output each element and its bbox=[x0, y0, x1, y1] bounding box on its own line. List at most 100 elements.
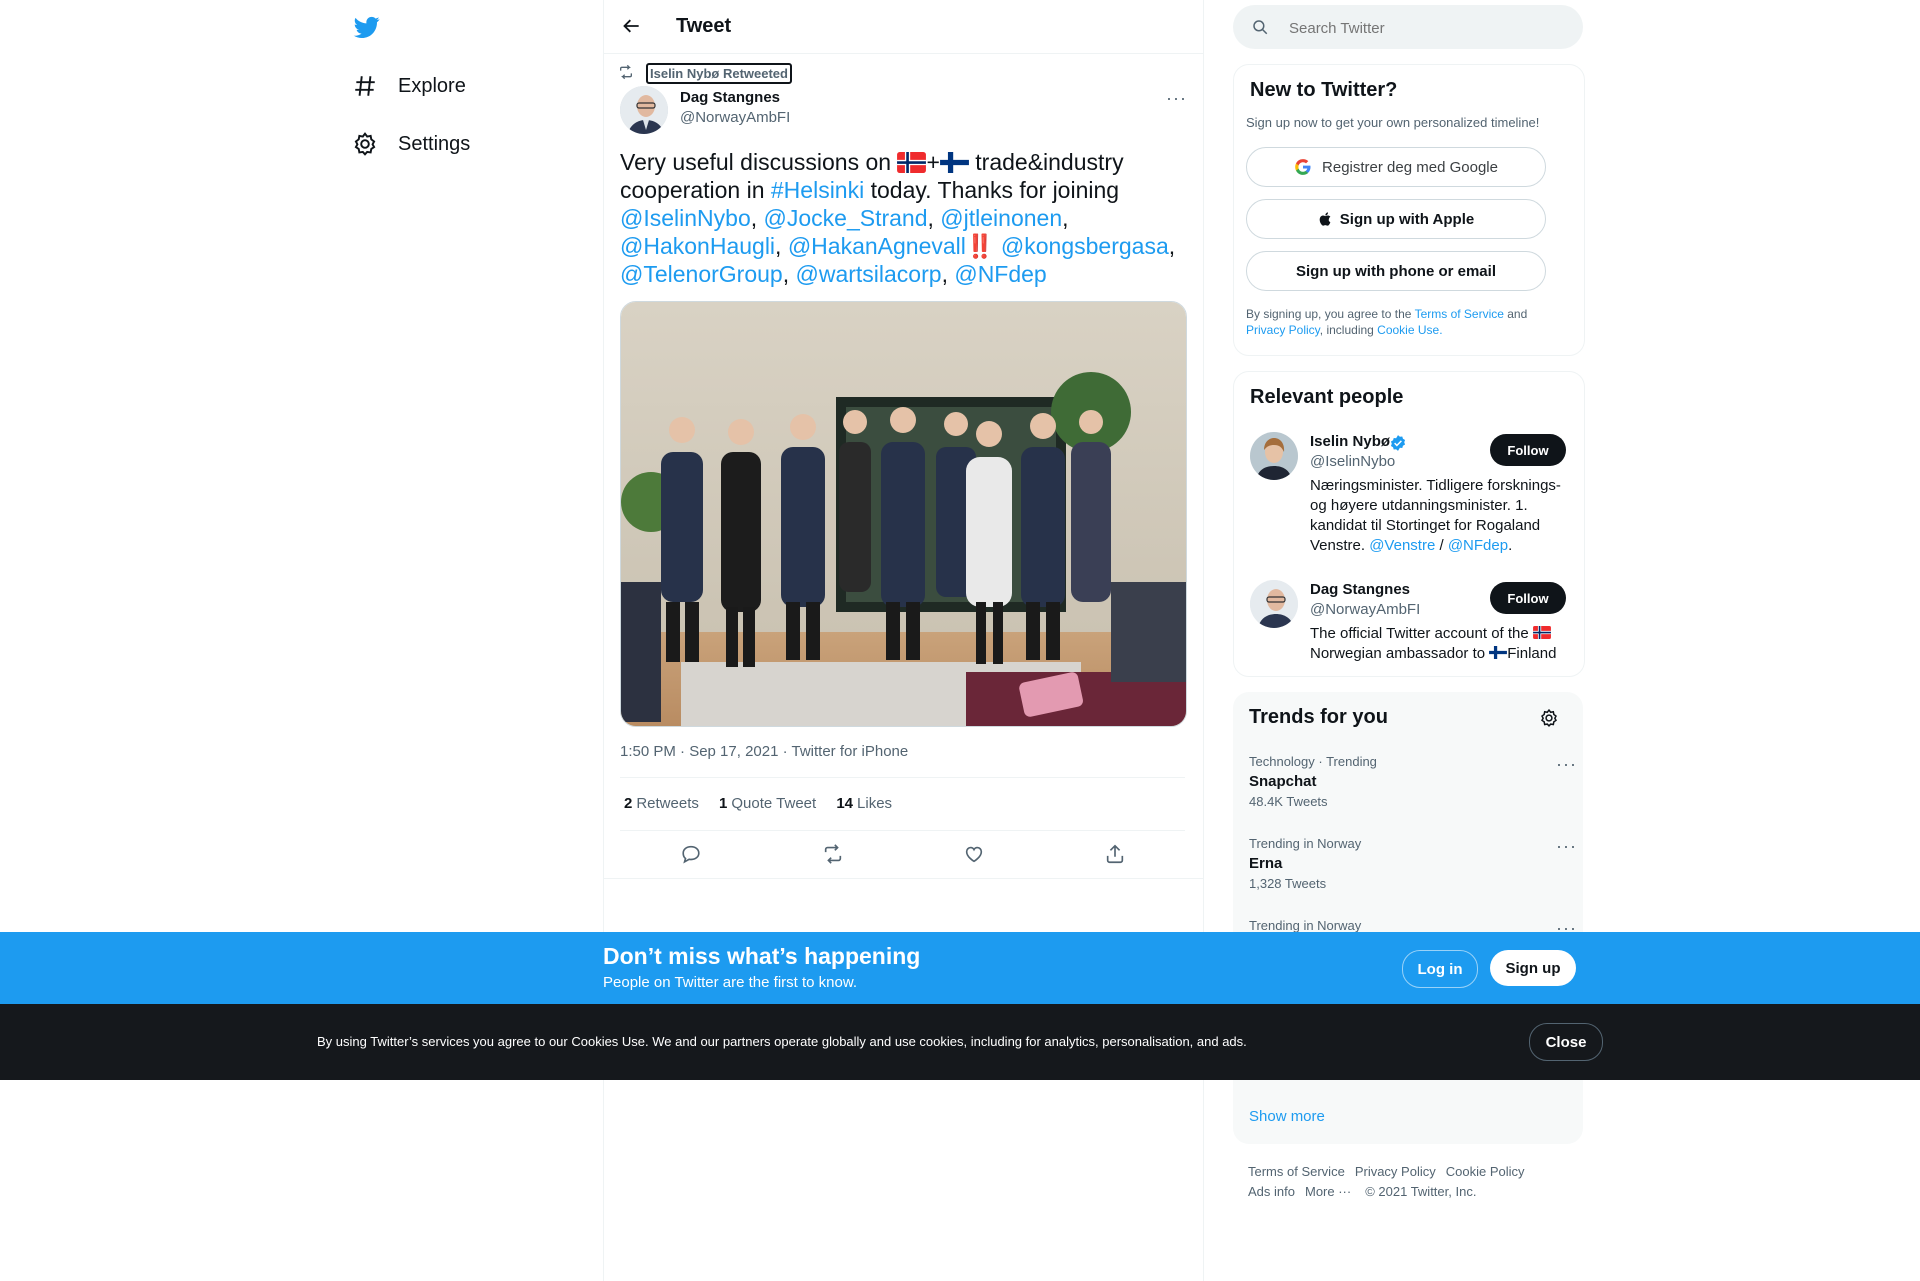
phone-signup-button[interactable]: Sign up with phone or email bbox=[1246, 251, 1546, 291]
tweet-text: Very useful discussions on + trade&indus… bbox=[620, 148, 1180, 288]
retweeted-by-label[interactable]: Iselin Nybø Retweeted bbox=[646, 63, 792, 84]
trend-item[interactable]: Technology · Trending Snapchat 48.4K Twe… bbox=[1249, 754, 1576, 809]
relevant-people-panel: Relevant people Iselin Nybø @IselinNybo … bbox=[1233, 371, 1585, 677]
back-arrow-icon[interactable] bbox=[622, 16, 644, 38]
new-to-twitter-panel: New to Twitter? Sign up now to get your … bbox=[1233, 64, 1585, 356]
tweet-text-part: , bbox=[782, 261, 796, 287]
twitter-logo-icon[interactable] bbox=[352, 14, 382, 40]
cookie-link[interactable]: Cookie Use. bbox=[1377, 323, 1442, 337]
trend-item[interactable]: Trending in Norway ··· bbox=[1249, 918, 1576, 938]
tweet-header: Tweet bbox=[604, 0, 1203, 54]
mention-link[interactable]: @TelenorGroup bbox=[620, 261, 783, 287]
footer-ads-link[interactable]: Ads info bbox=[1248, 1184, 1295, 1199]
trends-settings-gear-icon[interactable] bbox=[1539, 708, 1559, 733]
more-options-icon[interactable]: ··· bbox=[1556, 754, 1577, 775]
person-avatar[interactable] bbox=[1250, 580, 1298, 628]
trend-count: 48.4K Tweets bbox=[1249, 794, 1328, 809]
footer-more-link[interactable]: More ··· bbox=[1305, 1184, 1351, 1199]
legal-text: By signing up, you agree to the Terms of… bbox=[1246, 306, 1566, 338]
tweet-timestamp[interactable]: 1:50 PM · Sep 17, 2021 · Twitter for iPh… bbox=[620, 743, 908, 760]
double-exclamation-icon: ‼️ bbox=[965, 233, 995, 259]
reply-icon[interactable] bbox=[680, 843, 702, 870]
bio-text: Norwegian ambassador to bbox=[1310, 645, 1490, 662]
more-options-icon[interactable]: ··· bbox=[1556, 836, 1577, 857]
person-bio: The official Twitter account of the Norw… bbox=[1310, 624, 1570, 664]
trend-name: Snapchat bbox=[1249, 773, 1317, 790]
gear-icon bbox=[350, 129, 380, 159]
panel-title: Relevant people bbox=[1250, 386, 1404, 408]
footer-tos-link[interactable]: Terms of Service bbox=[1248, 1164, 1345, 1179]
tweet-text-part: , bbox=[1062, 205, 1069, 231]
signup-button[interactable]: Sign up bbox=[1490, 950, 1576, 986]
divider bbox=[620, 830, 1185, 831]
person-handle[interactable]: @IselinNybo bbox=[1310, 453, 1395, 470]
divider bbox=[620, 777, 1185, 778]
likes-stat[interactable]: 14 Likes bbox=[836, 795, 892, 812]
person-name[interactable]: Iselin Nybø bbox=[1310, 433, 1390, 450]
search-icon bbox=[1251, 18, 1269, 41]
tweet-stats: 2 Retweets 1 Quote Tweet 14 Likes bbox=[624, 795, 892, 812]
mention-link[interactable]: @IselinNybo bbox=[620, 205, 751, 231]
trend-name: Erna bbox=[1249, 855, 1283, 872]
mention-link[interactable]: @kongsbergasa bbox=[1001, 233, 1169, 259]
footer-cookie-link[interactable]: Cookie Policy bbox=[1446, 1164, 1525, 1179]
author-avatar[interactable] bbox=[620, 86, 668, 134]
footer-copyright: © 2021 Twitter, Inc. bbox=[1365, 1184, 1477, 1199]
nav-explore[interactable]: Explore bbox=[350, 66, 466, 106]
hashtag-link[interactable]: #Helsinki bbox=[771, 177, 864, 203]
hashtag-icon bbox=[350, 71, 380, 101]
google-signup-button[interactable]: Registrer deg med Google bbox=[1246, 147, 1546, 187]
nav-settings[interactable]: Settings bbox=[350, 124, 470, 164]
share-icon[interactable] bbox=[1104, 843, 1126, 870]
follow-button[interactable]: Follow bbox=[1490, 582, 1566, 614]
terms-link[interactable]: Terms of Service bbox=[1415, 307, 1504, 321]
page-title: Tweet bbox=[676, 15, 732, 37]
tweet-text-part: , bbox=[941, 261, 955, 287]
like-icon[interactable] bbox=[963, 843, 985, 870]
google-icon bbox=[1294, 158, 1312, 176]
panel-title: Trends for you bbox=[1249, 706, 1388, 728]
privacy-link[interactable]: Privacy Policy bbox=[1246, 323, 1320, 337]
mention-link[interactable]: @jtleinonen bbox=[940, 205, 1062, 231]
tweet-text-part: , bbox=[775, 233, 788, 259]
mention-link[interactable]: @Jocke_Strand bbox=[764, 205, 928, 231]
panel-title: New to Twitter? bbox=[1250, 79, 1398, 101]
signup-banner: Don’t miss what’s happening People on Tw… bbox=[0, 932, 1920, 1004]
bio-mention-link[interactable]: @NFdep bbox=[1448, 537, 1508, 554]
main-column: Tweet Iselin Nybø Retweeted Dag Stangnes… bbox=[603, 0, 1204, 1281]
person-handle[interactable]: @NorwayAmbFI bbox=[1310, 601, 1420, 618]
nav-settings-label: Settings bbox=[398, 132, 471, 155]
mention-link[interactable]: @HakanAgnevall bbox=[788, 233, 966, 259]
bio-text: . bbox=[1508, 537, 1513, 554]
retweet-icon[interactable] bbox=[822, 843, 844, 870]
bio-mention-link[interactable]: @Venstre bbox=[1369, 537, 1435, 554]
person-avatar[interactable] bbox=[1250, 432, 1298, 480]
tweet-text-part: , bbox=[927, 205, 941, 231]
trend-context: Technology · Trending bbox=[1249, 754, 1377, 769]
person-bio: Næringsminister. Tidligere forsknings- o… bbox=[1310, 476, 1570, 556]
mention-link[interactable]: @wartsilacorp bbox=[796, 261, 942, 287]
show-more-link[interactable]: Show more bbox=[1249, 1108, 1325, 1125]
author-name[interactable]: Dag Stangnes bbox=[680, 89, 780, 106]
tweet-photo[interactable] bbox=[620, 301, 1187, 727]
bio-text: The official Twitter account of the bbox=[1310, 625, 1533, 642]
signup-banner-title: Don’t miss what’s happening bbox=[603, 943, 921, 969]
quotes-stat[interactable]: 1 Quote Tweet bbox=[719, 795, 816, 812]
search-bar[interactable] bbox=[1233, 5, 1583, 49]
more-options-icon[interactable]: ··· bbox=[1166, 88, 1187, 109]
trend-count: 1,328 Tweets bbox=[1249, 876, 1327, 891]
footer-privacy-link[interactable]: Privacy Policy bbox=[1355, 1164, 1436, 1179]
trend-item[interactable]: Trending in Norway Erna 1,328 Tweets ··· bbox=[1249, 836, 1576, 891]
finland-flag-icon bbox=[939, 151, 969, 173]
mention-link[interactable]: @NFdep bbox=[954, 261, 1046, 287]
search-input[interactable] bbox=[1287, 15, 1571, 41]
person-name[interactable]: Dag Stangnes bbox=[1310, 581, 1410, 598]
cookie-banner: By using Twitter’s services you agree to… bbox=[0, 1004, 1920, 1080]
mention-link[interactable]: @HakonHaugli bbox=[620, 233, 775, 259]
retweets-stat[interactable]: 2 Retweets bbox=[624, 795, 699, 812]
login-button[interactable]: Log in bbox=[1402, 950, 1478, 988]
author-handle[interactable]: @NorwayAmbFI bbox=[680, 109, 790, 126]
apple-signup-button[interactable]: Sign up with Apple bbox=[1246, 199, 1546, 239]
close-cookie-button[interactable]: Close bbox=[1529, 1023, 1603, 1061]
follow-button[interactable]: Follow bbox=[1490, 434, 1566, 466]
